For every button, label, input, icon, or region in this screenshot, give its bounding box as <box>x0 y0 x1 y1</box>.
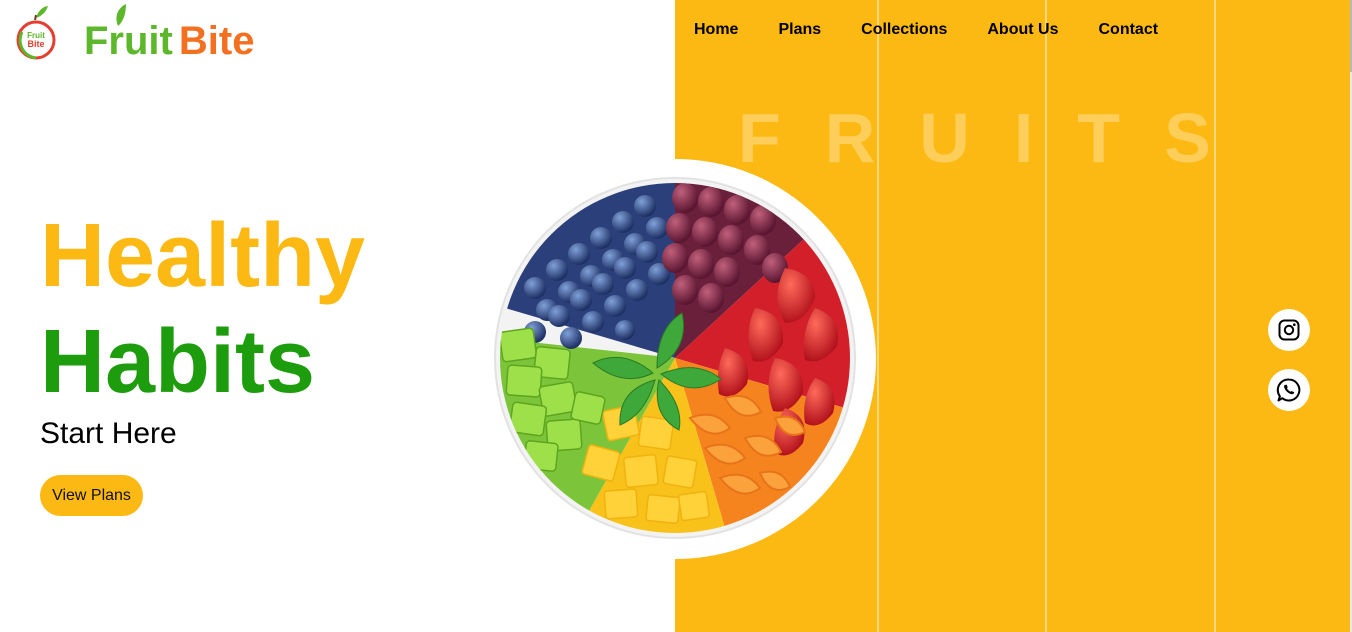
panel-divider-line <box>1045 0 1047 632</box>
whatsapp-button[interactable] <box>1268 369 1310 411</box>
nav-home[interactable]: Home <box>694 20 738 40</box>
hero-title-line2: Habits <box>40 312 316 412</box>
nav-collections[interactable]: Collections <box>861 20 947 40</box>
hero-subtitle: Start Here <box>40 417 177 450</box>
view-plans-button[interactable]: View Plans <box>40 475 143 516</box>
logo-mark-text: Bite <box>27 39 44 49</box>
panel-divider-line <box>877 0 879 632</box>
nav-contact[interactable]: Contact <box>1098 20 1158 40</box>
whatsapp-icon <box>1276 378 1301 402</box>
main-nav: Home Plans Collections About Us Contact <box>694 20 1198 40</box>
nav-about-us[interactable]: About Us <box>987 20 1058 40</box>
instagram-button[interactable] <box>1268 309 1310 351</box>
panel-divider-line <box>1214 0 1216 632</box>
brand-name-bite: Bite <box>178 19 255 63</box>
nav-plans[interactable]: Plans <box>778 20 821 40</box>
hero-title-line1: Healthy <box>40 206 366 306</box>
fruit-bowl-image <box>476 159 876 559</box>
instagram-icon <box>1278 319 1300 341</box>
brand-logo[interactable]: Fruit Bite <box>84 2 254 64</box>
logo-mark-icon[interactable]: Fruit Bite <box>14 4 58 60</box>
brand-name-fruit: Fruit <box>84 19 173 63</box>
